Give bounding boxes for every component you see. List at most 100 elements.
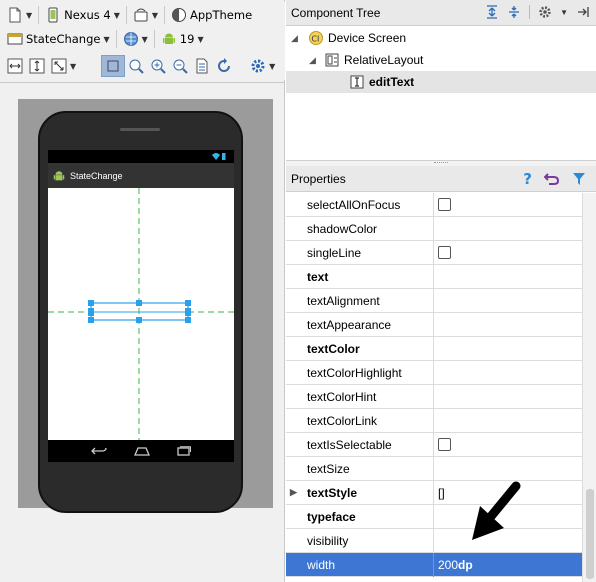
resize-handle[interactable] (185, 308, 191, 316)
tree-item-label: Device Screen (328, 31, 407, 45)
action-bar: StateChange (48, 163, 234, 188)
property-checkbox[interactable] (438, 246, 451, 259)
property-value[interactable]: 200 dp (434, 558, 473, 572)
wifi-battery-icon (212, 153, 226, 160)
resize-handle[interactable] (185, 300, 191, 306)
tree-item-device-screen[interactable]: ◢ CI Device Screen (286, 27, 596, 49)
property-name: textColorLink (286, 408, 434, 433)
zoom-fit-icon (107, 60, 119, 72)
property-row-textIsSelectable[interactable]: textIsSelectable (286, 432, 582, 457)
scrollbar-thumb[interactable] (586, 489, 594, 579)
undo-icon[interactable] (544, 172, 560, 186)
toolbar-separator (153, 30, 155, 48)
property-name-label: text (307, 269, 329, 284)
chevron-down-icon: ▼ (197, 34, 204, 44)
relative-layout-icon (325, 53, 339, 67)
collapse-all-icon[interactable] (507, 5, 521, 19)
zoom-out-button[interactable] (169, 55, 191, 77)
refresh-button[interactable] (213, 55, 235, 77)
resize-icon (51, 58, 67, 74)
property-row-typeface[interactable]: typeface (286, 504, 582, 529)
expand-vertical-icon (29, 58, 45, 74)
orientation-dropdown[interactable]: ▼ (130, 4, 161, 26)
property-value[interactable] (434, 198, 451, 211)
fit-width-button[interactable] (4, 55, 26, 77)
property-name: singleLine (286, 240, 434, 265)
property-value[interactable]: [] (434, 486, 445, 500)
properties-scrollbar[interactable] (582, 193, 596, 582)
resize-button[interactable]: ▼ (48, 55, 79, 77)
chevron-down-icon: ▼ (141, 34, 148, 44)
home-icon (134, 447, 150, 456)
property-row-text[interactable]: text (286, 264, 582, 289)
device-top-bezel (48, 118, 233, 148)
property-checkbox[interactable] (438, 438, 451, 451)
property-checkbox[interactable] (438, 198, 451, 211)
fit-height-button[interactable] (26, 55, 48, 77)
filter-icon[interactable] (572, 172, 586, 186)
property-row-textSize[interactable]: textSize (286, 456, 582, 481)
hide-panel-icon[interactable] (576, 5, 590, 19)
property-name: textSize (286, 456, 434, 481)
resize-handle[interactable] (88, 300, 94, 306)
resize-handle[interactable] (88, 308, 94, 316)
resize-handle[interactable] (185, 317, 191, 323)
chevron-down-icon: ▼ (70, 61, 77, 71)
property-name-label: textColorLink (307, 413, 378, 428)
property-name: visibility (286, 528, 434, 553)
property-name: textAppearance (286, 312, 434, 337)
export-button[interactable] (191, 55, 213, 77)
property-row-width[interactable]: width 200 dp (286, 552, 582, 577)
api-level-dropdown[interactable]: 19 ▼ (158, 28, 207, 50)
property-value-text[interactable]: [] (438, 486, 445, 500)
property-row-textStyle[interactable]: ▶ textStyle [] (286, 480, 582, 505)
chevron-down-icon[interactable]: ▼ (560, 8, 568, 17)
resize-handle[interactable] (88, 317, 94, 323)
new-file-button[interactable]: ▼ (4, 4, 35, 26)
chevron-down-icon: ▼ (151, 10, 159, 20)
designer-settings-button[interactable]: ▼ (247, 55, 278, 77)
expanded-triangle-icon[interactable]: ◢ (291, 33, 301, 44)
activity-icon (7, 33, 23, 45)
locale-dropdown[interactable]: ▼ (120, 28, 151, 50)
property-name: shadowColor (286, 216, 434, 241)
activity-dropdown[interactable]: StateChange ▼ (4, 28, 113, 50)
property-row-textColorHighlight[interactable]: textColorHighlight (286, 360, 582, 385)
property-row-visibility[interactable]: visibility (286, 528, 582, 553)
property-value-text[interactable]: 200 (438, 558, 458, 572)
zoom-actual-button[interactable] (125, 55, 147, 77)
device-dropdown[interactable]: Nexus 4 ▼ (42, 4, 123, 26)
property-name: textColor (286, 336, 434, 361)
tree-item-edittext[interactable]: editText (286, 71, 596, 93)
status-bar (48, 150, 234, 163)
resize-handle[interactable] (136, 317, 142, 323)
theme-dropdown[interactable]: AppTheme (168, 4, 255, 26)
property-name: textAlignment (286, 288, 434, 313)
help-icon[interactable]: ? (523, 170, 532, 188)
designer-toolbar-row-1: ▼ Nexus 4 ▼ ▼ AppTheme (0, 2, 285, 28)
expand-triangle-icon[interactable]: ▶ (290, 487, 297, 498)
property-row-shadowColor[interactable]: shadowColor (286, 216, 582, 241)
property-row-singleLine[interactable]: singleLine (286, 240, 582, 265)
property-row-selectAllOnFocus[interactable]: selectAllOnFocus (286, 193, 582, 217)
property-row-textColorLink[interactable]: textColorLink (286, 408, 582, 433)
property-row-textAlignment[interactable]: textAlignment (286, 288, 582, 313)
zoom-in-button[interactable] (147, 55, 169, 77)
property-value[interactable] (434, 438, 451, 451)
gear-icon[interactable] (538, 5, 552, 19)
zoom-actual-icon (129, 59, 144, 74)
svg-text:CI: CI (311, 35, 319, 44)
property-row-textAppearance[interactable]: textAppearance (286, 312, 582, 337)
resize-handle[interactable] (136, 300, 142, 306)
property-value[interactable] (434, 246, 451, 259)
expand-all-icon[interactable] (485, 5, 499, 19)
toolbar-divider (0, 82, 285, 83)
property-row-textColorHint[interactable]: textColorHint (286, 384, 582, 409)
zoom-fit-toggle[interactable] (101, 55, 126, 77)
property-row-textColor[interactable]: textColor (286, 336, 582, 361)
theme-label: AppTheme (190, 8, 253, 22)
expanded-triangle-icon[interactable]: ◢ (309, 55, 319, 66)
property-name: textIsSelectable (286, 432, 434, 457)
component-tree-actions: ▼ (485, 5, 590, 19)
tree-item-relativelayout[interactable]: ◢ RelativeLayout (286, 49, 596, 71)
